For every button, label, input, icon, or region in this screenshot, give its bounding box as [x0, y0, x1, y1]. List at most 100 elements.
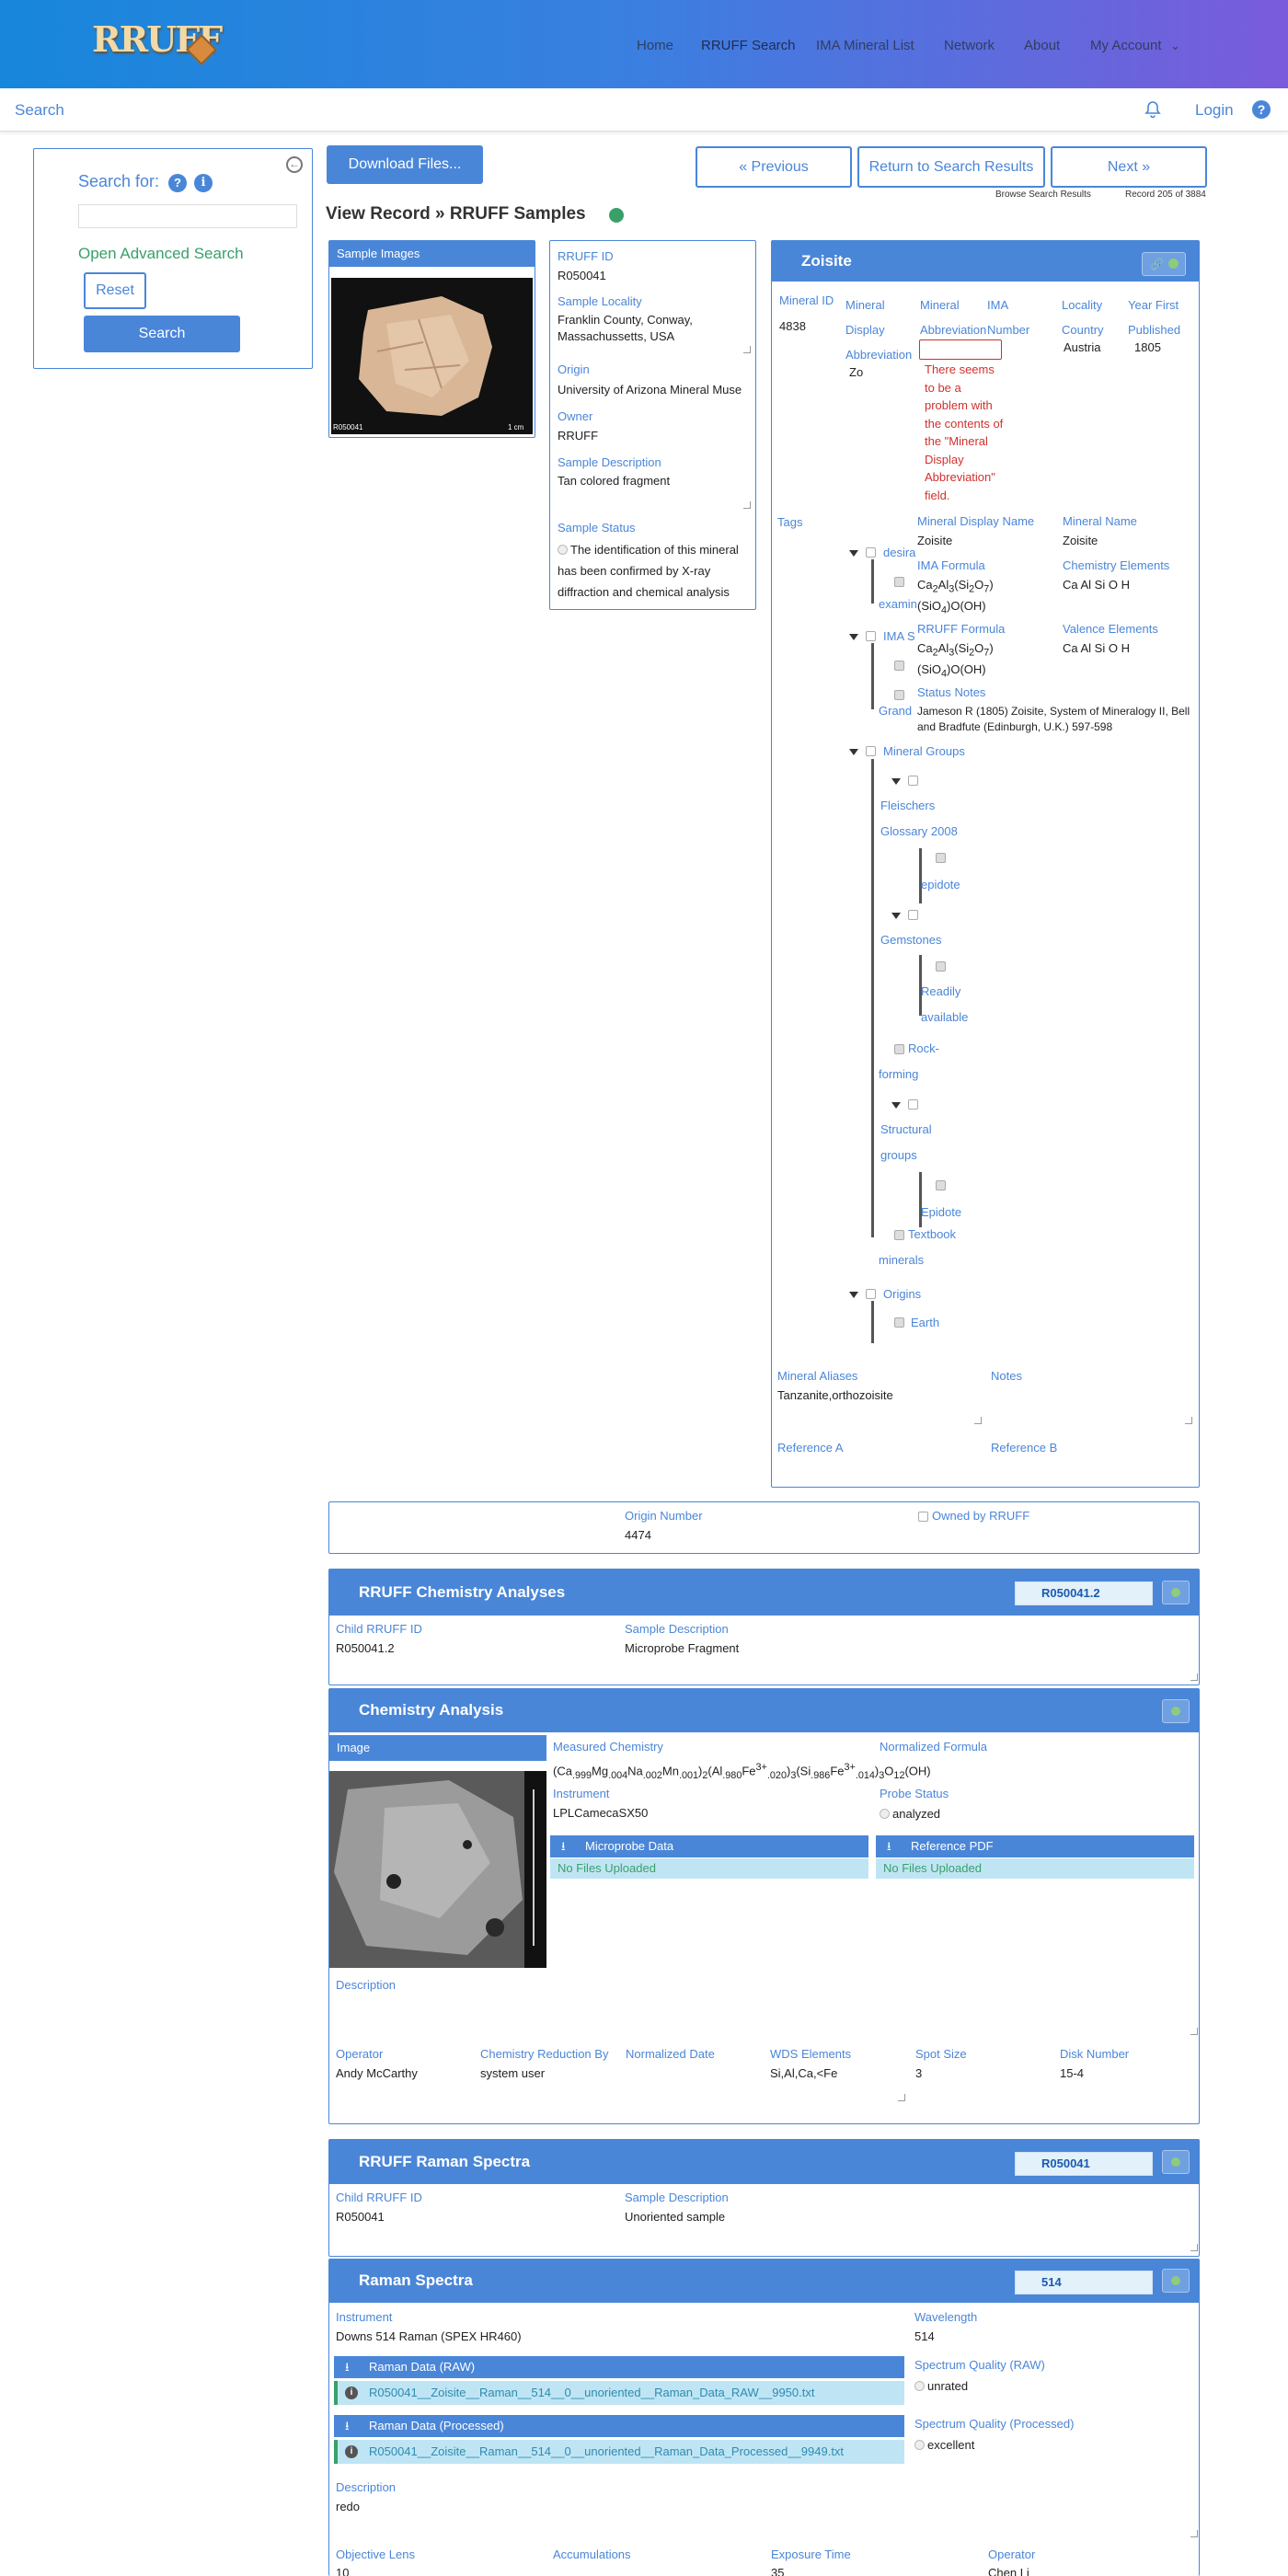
raman-raw-file[interactable]: i R050041__Zoisite__Raman__514__0__unorie… [334, 2381, 904, 2405]
operator-label: Operator [336, 2047, 384, 2061]
objective-lens-label: Objective Lens [336, 2547, 415, 2561]
probe-status-radio[interactable] [880, 1809, 890, 1819]
nav-my-account[interactable]: My Account [1090, 38, 1162, 53]
tag-grand[interactable]: Grand [879, 698, 917, 724]
chevron-down-icon[interactable]: ⌄ [1170, 39, 1180, 53]
sample-photo[interactable]: R050041 1 cm [331, 278, 533, 434]
reference-pdf-header[interactable]: ⭳ Reference PDF [876, 1835, 1194, 1857]
nav-ima-mineral-list[interactable]: IMA Mineral List [816, 38, 914, 53]
raman-processed-header[interactable]: ⭳ Raman Data (Processed) [334, 2415, 904, 2437]
tag-checkbox[interactable] [866, 547, 876, 558]
tag-epidote-lower[interactable]: epidote [921, 872, 960, 898]
quality-raw-radio[interactable] [914, 2381, 925, 2391]
help-icon[interactable]: ? [1252, 100, 1271, 119]
search-input[interactable] [78, 204, 297, 228]
tag-checkbox[interactable] [936, 853, 946, 863]
mineral-details-block: Mineral Display Name Zoisite Mineral Nam… [917, 513, 1193, 733]
tag-checkbox[interactable] [908, 776, 918, 786]
sample-description-field[interactable]: Tan colored fragment [558, 473, 670, 489]
tag-structural-groups[interactable]: Structural groups [880, 1117, 945, 1168]
login-link[interactable]: Login [1195, 101, 1234, 120]
wds-elements-field[interactable]: Si,Al,Ca,<Fe [770, 2065, 837, 2082]
tag-checkbox[interactable] [866, 1289, 876, 1299]
gear-icon[interactable] [609, 208, 624, 223]
tag-origins[interactable]: Origins [883, 1282, 921, 1307]
reference-files: No Files Uploaded [876, 1858, 1194, 1879]
tag-checkbox[interactable] [894, 661, 904, 671]
sample-description-field[interactable]: Unoriented sample [625, 2209, 725, 2225]
gear-icon[interactable] [1162, 1699, 1190, 1723]
probe-status-value: analyzed [880, 1806, 940, 1823]
info-icon: i [345, 2445, 358, 2458]
microprobe-data-header[interactable]: ⭳ Microprobe Data [550, 1835, 868, 1857]
nav-rruff-search[interactable]: RRUFF Search [701, 38, 796, 53]
mineral-aliases-field[interactable]: Tanzanite,orthozoisite [777, 1387, 980, 1404]
tag-desirability[interactable]: desira [883, 540, 922, 566]
tag-fleischers[interactable]: Fleischers Glossary 2008 [880, 793, 972, 845]
locality-country-value: Austria [1064, 340, 1101, 354]
help-icon[interactable]: ? [168, 174, 187, 192]
search-link[interactable]: Search [15, 101, 64, 120]
owned-checkbox[interactable] [918, 1512, 928, 1522]
tag-mineral-groups[interactable]: Mineral Groups [883, 739, 965, 765]
description-field[interactable]: redo [336, 2499, 360, 2515]
gear-icon[interactable] [1162, 2269, 1190, 2293]
download-files-button[interactable]: Download Files... [327, 145, 483, 184]
record-counter: Record 205 of 3884 [1125, 190, 1206, 200]
return-to-results-button[interactable]: Return to Search Results [857, 146, 1045, 188]
display-name-value: Zoisite [917, 534, 953, 547]
tag-checkbox[interactable] [936, 961, 946, 972]
description-label: Description [336, 2480, 397, 2494]
reduction-value: system user [480, 2066, 546, 2080]
tag-checkbox[interactable] [866, 631, 876, 641]
origin-number-label: Origin Number [625, 1509, 703, 1523]
sample-description-field[interactable]: Microprobe Fragment [625, 1640, 739, 1657]
tag-ima[interactable]: IMA S [883, 624, 920, 650]
tag-checkbox[interactable] [894, 577, 904, 587]
mineral-aliases-label: Mineral Aliases [777, 1369, 858, 1383]
nav-about[interactable]: About [1024, 38, 1060, 53]
advanced-search-link[interactable]: Open Advanced Search [78, 245, 244, 263]
raman-raw-header[interactable]: ⭳ Raman Data (RAW) [334, 2356, 904, 2378]
abbreviation-input[interactable] [919, 339, 1002, 360]
link-gear-button[interactable]: 🔗 [1142, 252, 1186, 276]
gear-icon[interactable] [1162, 1581, 1190, 1604]
previous-button[interactable]: « Previous [696, 146, 852, 188]
year-first-value: 1805 [1134, 340, 1161, 354]
next-button[interactable]: Next » [1051, 146, 1207, 188]
bell-icon[interactable] [1144, 100, 1161, 119]
chemistry-elements-value: Ca Al Si O H [1063, 578, 1130, 592]
tag-checkbox[interactable] [894, 1317, 904, 1328]
nav-network[interactable]: Network [944, 38, 995, 53]
raman-spectra-select[interactable]: R050041 [1015, 2152, 1153, 2176]
tag-readily-available[interactable]: Readily available [921, 979, 985, 1030]
search-sidebar: ← Search for: ? i Open Advanced Search R… [33, 148, 313, 369]
quality-processed-radio[interactable] [914, 2440, 925, 2450]
chemistry-analysis-title: Chemistry Analysis [329, 1688, 1199, 1732]
tag-examined[interactable]: examine [879, 592, 921, 617]
bse-image[interactable] [329, 1771, 546, 1968]
browse-results-label[interactable]: Browse Search Results [995, 190, 1091, 200]
collapse-icon[interactable]: ← [286, 156, 303, 173]
nav-home[interactable]: Home [637, 38, 673, 53]
status-radio[interactable] [558, 545, 568, 555]
search-button[interactable]: Search [84, 316, 240, 352]
sample-locality-field[interactable]: Franklin County, Conway, Massachussetts,… [558, 312, 751, 345]
tag-textbook-minerals[interactable]: Textbook minerals [879, 1222, 980, 1273]
tag-checkbox[interactable] [908, 910, 918, 920]
tag-earth[interactable]: Earth [911, 1310, 939, 1336]
raman-processed-file[interactable]: i R050041__Zoisite__Raman__514__0__unorie… [334, 2440, 904, 2464]
gear-icon[interactable] [1162, 2150, 1190, 2174]
tag-rock-forming[interactable]: Rock-forming [879, 1036, 939, 1087]
raman-wavelength-select[interactable]: 514 [1015, 2271, 1153, 2294]
tag-gemstones[interactable]: Gemstones [880, 927, 941, 953]
tag-checkbox[interactable] [936, 1180, 946, 1190]
chemistry-analysis-select[interactable]: R050041.2 [1015, 1581, 1153, 1605]
disk-number-value: 15-4 [1060, 2066, 1085, 2080]
sample-description-label: Sample Description [625, 1622, 729, 1636]
reset-button[interactable]: Reset [84, 272, 146, 309]
tag-checkbox[interactable] [866, 746, 876, 756]
tag-checkbox[interactable] [908, 1099, 918, 1110]
info-icon[interactable]: i [194, 174, 213, 192]
tags-label: Tags [777, 515, 803, 529]
